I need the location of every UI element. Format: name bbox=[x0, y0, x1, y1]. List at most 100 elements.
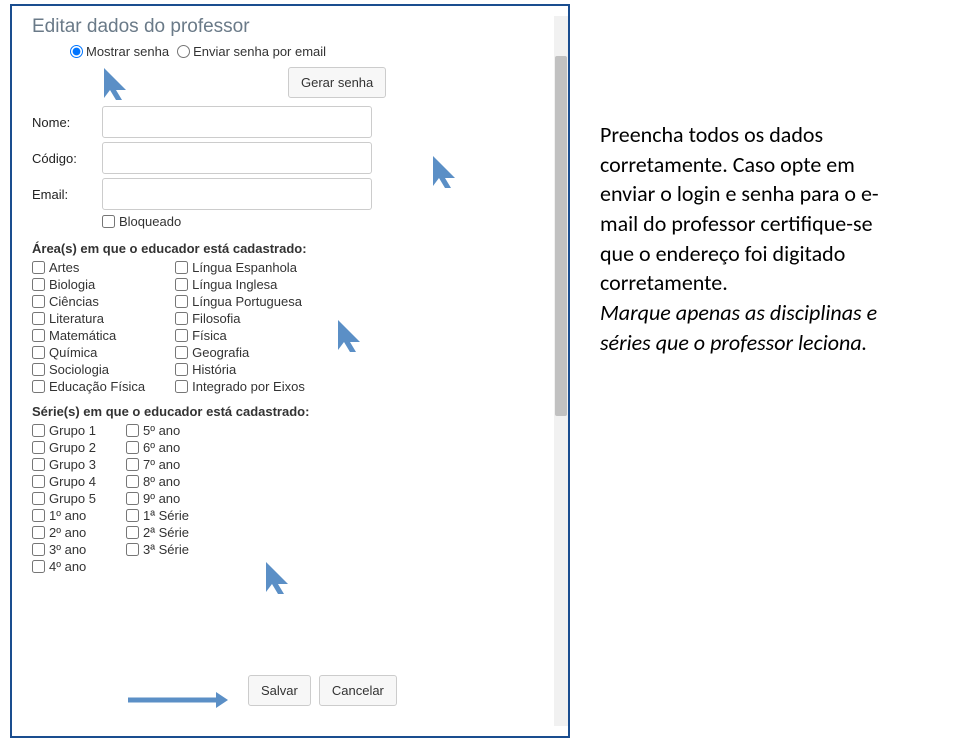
serie-label: Grupo 2 bbox=[49, 440, 96, 455]
serie-item[interactable]: 3º ano bbox=[32, 542, 96, 557]
area-item[interactable]: Física bbox=[175, 328, 305, 343]
serie-checkbox[interactable] bbox=[32, 560, 45, 573]
serie-checkbox[interactable] bbox=[126, 526, 139, 539]
radio-send-email-input[interactable] bbox=[177, 45, 190, 58]
radio-send-email[interactable]: Enviar senha por email bbox=[177, 44, 326, 59]
serie-checkbox[interactable] bbox=[126, 509, 139, 522]
serie-label: Grupo 5 bbox=[49, 491, 96, 506]
serie-checkbox[interactable] bbox=[126, 424, 139, 437]
radio-send-email-label: Enviar senha por email bbox=[193, 44, 326, 59]
serie-label: 4º ano bbox=[49, 559, 86, 574]
area-checkbox[interactable] bbox=[175, 363, 188, 376]
area-checkbox[interactable] bbox=[32, 346, 45, 359]
serie-checkbox[interactable] bbox=[126, 475, 139, 488]
area-checkbox[interactable] bbox=[175, 295, 188, 308]
serie-item[interactable]: 9º ano bbox=[126, 491, 189, 506]
serie-checkbox[interactable] bbox=[32, 424, 45, 437]
serie-item[interactable]: Grupo 2 bbox=[32, 440, 96, 455]
area-item[interactable]: Química bbox=[32, 345, 145, 360]
serie-checkbox[interactable] bbox=[32, 543, 45, 556]
area-checkbox[interactable] bbox=[32, 295, 45, 308]
serie-item[interactable]: 5º ano bbox=[126, 423, 189, 438]
serie-label: 3ª Série bbox=[143, 542, 189, 557]
area-checkbox[interactable] bbox=[32, 278, 45, 291]
checkbox-bloqueado-input[interactable] bbox=[102, 215, 115, 228]
area-item[interactable]: Artes bbox=[32, 260, 145, 275]
serie-checkbox[interactable] bbox=[126, 543, 139, 556]
serie-checkbox[interactable] bbox=[32, 458, 45, 471]
pointer-arrow-icon bbox=[330, 320, 360, 352]
area-checkbox[interactable] bbox=[32, 261, 45, 274]
area-checkbox[interactable] bbox=[32, 363, 45, 376]
area-item[interactable]: Filosofia bbox=[175, 311, 305, 326]
area-checkbox[interactable] bbox=[32, 329, 45, 342]
area-checkbox[interactable] bbox=[175, 261, 188, 274]
area-item[interactable]: Biologia bbox=[32, 277, 145, 292]
area-label: Matemática bbox=[49, 328, 116, 343]
input-email[interactable] bbox=[102, 178, 372, 210]
area-checkbox[interactable] bbox=[32, 312, 45, 325]
serie-item[interactable]: 1ª Série bbox=[126, 508, 189, 523]
scrollbar-track[interactable] bbox=[554, 16, 568, 726]
serie-item[interactable]: 8º ano bbox=[126, 474, 189, 489]
save-button[interactable]: Salvar bbox=[248, 675, 311, 706]
serie-item[interactable]: Grupo 1 bbox=[32, 423, 96, 438]
label-email: Email: bbox=[32, 187, 102, 202]
area-checkbox[interactable] bbox=[175, 346, 188, 359]
serie-item[interactable]: 6º ano bbox=[126, 440, 189, 455]
serie-checkbox[interactable] bbox=[32, 492, 45, 505]
input-codigo[interactable] bbox=[102, 142, 372, 174]
serie-label: 9º ano bbox=[143, 491, 180, 506]
area-label: Educação Física bbox=[49, 379, 145, 394]
area-item[interactable]: Matemática bbox=[32, 328, 145, 343]
scrollbar-thumb[interactable] bbox=[555, 56, 567, 416]
area-label: Ciências bbox=[49, 294, 99, 309]
area-item[interactable]: Educação Física bbox=[32, 379, 145, 394]
area-item[interactable]: Sociologia bbox=[32, 362, 145, 377]
area-item[interactable]: Geografia bbox=[175, 345, 305, 360]
serie-item[interactable]: Grupo 3 bbox=[32, 457, 96, 472]
area-item[interactable]: Integrado por Eixos bbox=[175, 379, 305, 394]
area-label: Literatura bbox=[49, 311, 104, 326]
serie-label: 1º ano bbox=[49, 508, 86, 523]
serie-item[interactable]: 2º ano bbox=[32, 525, 96, 540]
serie-checkbox[interactable] bbox=[32, 509, 45, 522]
area-label: Física bbox=[192, 328, 227, 343]
serie-item[interactable]: 1º ano bbox=[32, 508, 96, 523]
radio-show-password[interactable]: Mostrar senha bbox=[70, 44, 169, 59]
area-checkbox[interactable] bbox=[175, 278, 188, 291]
serie-item[interactable]: Grupo 5 bbox=[32, 491, 96, 506]
serie-checkbox[interactable] bbox=[126, 458, 139, 471]
area-item[interactable]: Língua Inglesa bbox=[175, 277, 305, 292]
area-item[interactable]: Literatura bbox=[32, 311, 145, 326]
area-item[interactable]: Ciências bbox=[32, 294, 145, 309]
checkbox-bloqueado-label: Bloqueado bbox=[119, 214, 181, 229]
input-nome[interactable] bbox=[102, 106, 372, 138]
serie-item[interactable]: 3ª Série bbox=[126, 542, 189, 557]
area-checkbox[interactable] bbox=[175, 380, 188, 393]
radio-show-password-input[interactable] bbox=[70, 45, 83, 58]
area-item[interactable]: História bbox=[175, 362, 305, 377]
checkbox-bloqueado[interactable]: Bloqueado bbox=[102, 214, 181, 229]
serie-checkbox[interactable] bbox=[126, 492, 139, 505]
serie-item[interactable]: Grupo 4 bbox=[32, 474, 96, 489]
serie-checkbox[interactable] bbox=[126, 441, 139, 454]
serie-item[interactable]: 4º ano bbox=[32, 559, 96, 574]
serie-label: 7º ano bbox=[143, 457, 180, 472]
area-item[interactable]: Língua Espanhola bbox=[175, 260, 305, 275]
serie-checkbox[interactable] bbox=[32, 526, 45, 539]
serie-checkbox[interactable] bbox=[32, 475, 45, 488]
pointer-arrow-icon bbox=[258, 562, 288, 594]
serie-label: Grupo 4 bbox=[49, 474, 96, 489]
area-checkbox[interactable] bbox=[32, 380, 45, 393]
instructions-line2: Marque apenas as disciplinas e séries qu… bbox=[600, 299, 877, 356]
serie-item[interactable]: 2ª Série bbox=[126, 525, 189, 540]
generate-password-button[interactable]: Gerar senha bbox=[288, 67, 386, 98]
area-checkbox[interactable] bbox=[175, 329, 188, 342]
cancel-button[interactable]: Cancelar bbox=[319, 675, 397, 706]
area-checkbox[interactable] bbox=[175, 312, 188, 325]
serie-checkbox[interactable] bbox=[32, 441, 45, 454]
area-item[interactable]: Língua Portuguesa bbox=[175, 294, 305, 309]
serie-label: 5º ano bbox=[143, 423, 180, 438]
serie-item[interactable]: 7º ano bbox=[126, 457, 189, 472]
